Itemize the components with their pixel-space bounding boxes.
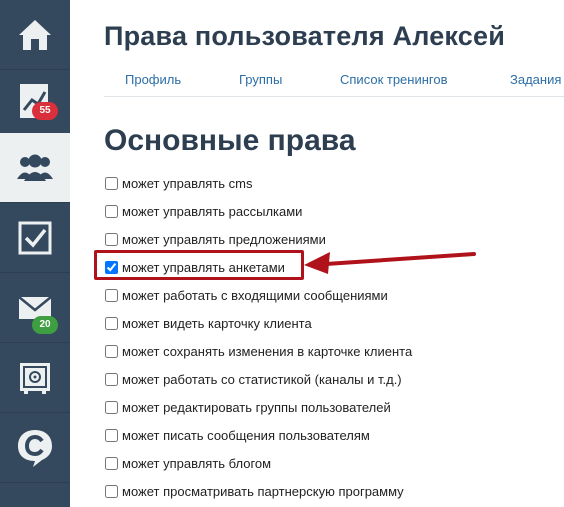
permission-item: может управлять рассылками: [105, 202, 302, 220]
tabs-bar: Профиль Группы Список тренингов Задания: [104, 70, 564, 97]
tab-profile[interactable]: Профиль: [125, 72, 181, 87]
permission-label: может сохранять изменения в карточке кли…: [122, 343, 413, 359]
permission-checkbox[interactable]: [105, 428, 118, 442]
permission-item: может управлять предложениями: [105, 230, 326, 248]
permission-checkbox[interactable]: [105, 344, 118, 358]
permission-item: может работать со статистикой (каналы и …: [105, 370, 402, 388]
permission-checkbox[interactable]: [105, 456, 118, 470]
permission-item: может управлять cms: [105, 174, 252, 192]
permission-item: может работать с входящими сообщениями: [105, 286, 388, 304]
users-icon: [17, 154, 53, 181]
tab-groups[interactable]: Группы: [239, 72, 282, 87]
permission-label: может писать сообщения пользователям: [122, 427, 370, 443]
sidebar-item-stats[interactable]: 55: [0, 66, 70, 136]
tab-trainings[interactable]: Список тренингов: [340, 72, 448, 87]
c-logo-icon: [18, 429, 52, 467]
permission-checkbox[interactable]: [105, 204, 118, 218]
permission-label: может управлять предложениями: [122, 231, 326, 247]
permission-checkbox[interactable]: [105, 316, 118, 330]
sidebar: 55 20: [0, 0, 70, 507]
permission-checkbox[interactable]: [105, 400, 118, 414]
permission-checkbox[interactable]: [105, 176, 118, 190]
home-icon: [19, 19, 51, 50]
tab-tasks[interactable]: Задания: [510, 72, 561, 87]
sidebar-item-users[interactable]: [0, 133, 70, 203]
permission-label: может работать со статистикой (каналы и …: [122, 371, 402, 387]
stats-badge: 55: [32, 102, 58, 120]
pointer-arrow-icon: [304, 252, 476, 274]
permission-label: может просматривать партнерскую программ…: [122, 483, 404, 499]
messages-badge: 20: [32, 316, 58, 334]
sidebar-item-tasks[interactable]: [0, 203, 70, 273]
safe-icon: [20, 362, 50, 394]
permission-label: может управлять cms: [122, 175, 253, 191]
sidebar-item-home[interactable]: [0, 0, 70, 70]
sidebar-item-messages[interactable]: 20: [0, 273, 70, 343]
permission-label: может управлять блогом: [122, 455, 272, 471]
checkbox-icon: [18, 221, 52, 254]
highlight-box: [94, 250, 304, 280]
permission-item: может сохранять изменения в карточке кли…: [105, 342, 412, 360]
section-title: Основные права: [104, 124, 356, 157]
permission-item: может просматривать партнерскую программ…: [105, 482, 404, 500]
permission-label: может управлять рассылками: [122, 203, 303, 219]
permission-label: может работать с входящими сообщениями: [122, 287, 388, 303]
permission-checkbox[interactable]: [105, 372, 118, 386]
permission-item: может управлять блогом: [105, 454, 271, 472]
permission-checkbox[interactable]: [105, 232, 118, 246]
permission-checkbox[interactable]: [105, 484, 118, 498]
permission-checkbox[interactable]: [105, 288, 118, 302]
page-title: Права пользователя Алексей: [104, 21, 505, 51]
sidebar-item-brand[interactable]: [0, 413, 70, 483]
sidebar-item-safe[interactable]: [0, 343, 70, 413]
permission-item: может писать сообщения пользователям: [105, 426, 370, 444]
permission-label: может редактировать группы пользователей: [122, 399, 391, 415]
permission-label: может видеть карточку клиента: [122, 315, 312, 331]
permission-item: может видеть карточку клиента: [105, 314, 312, 332]
permission-item: может редактировать группы пользователей: [105, 398, 391, 416]
